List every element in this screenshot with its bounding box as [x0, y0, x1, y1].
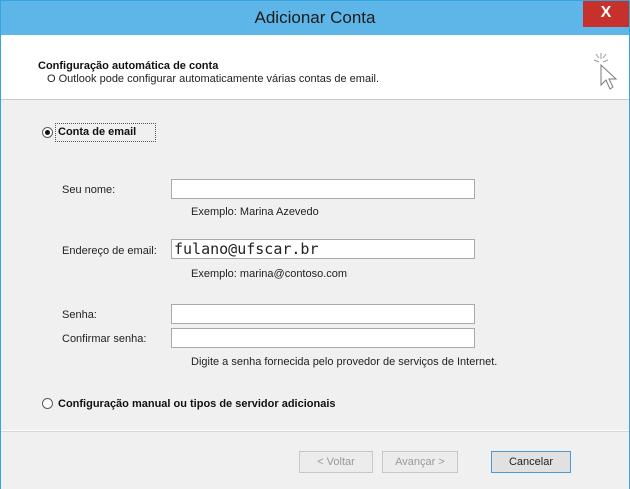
header-description: O Outlook pode configurar automaticament…: [47, 73, 380, 85]
add-account-dialog: Adicionar Conta X Configuração automátic…: [0, 0, 630, 489]
email-label: Endereço de email:: [62, 245, 157, 257]
manual-setup-label[interactable]: Configuração manual ou tipos de servidor…: [58, 398, 336, 410]
email-hint: Exemplo: marina@contoso.com: [191, 268, 348, 280]
password-label: Senha:: [62, 309, 97, 321]
next-button[interactable]: Avançar >: [382, 451, 458, 473]
back-button[interactable]: < Voltar: [299, 451, 373, 473]
name-label: Seu nome:: [62, 184, 116, 196]
dialog-title: Adicionar Conta: [254, 8, 376, 27]
name-input[interactable]: [171, 179, 475, 199]
email-input[interactable]: fulano@ufscar.br: [171, 239, 475, 259]
title-bar[interactable]: Adicionar Conta X: [1, 1, 629, 35]
manual-setup-radio[interactable]: [42, 398, 53, 409]
cancel-button[interactable]: Cancelar: [491, 451, 571, 473]
header-title: Configuração automática de conta: [38, 60, 219, 72]
dialog-footer: < Voltar Avançar > Cancelar: [1, 431, 629, 489]
dialog-header: Configuração automática de conta O Outlo…: [1, 35, 629, 100]
radio-selected-dot: [45, 130, 50, 135]
confirm-password-input[interactable]: [171, 328, 475, 348]
name-hint: Exemplo: Marina Azevedo: [191, 206, 319, 218]
email-account-radio[interactable]: [42, 127, 53, 138]
confirm-password-label: Confirmar senha:: [62, 333, 147, 345]
password-hint: Digite a senha fornecida pelo provedor d…: [191, 356, 498, 368]
password-input[interactable]: [171, 304, 475, 324]
cursor-sparkle-icon: [593, 53, 618, 90]
dialog-body: Conta de email Seu nome: Exemplo: Marina…: [1, 100, 629, 430]
email-account-label[interactable]: Conta de email: [58, 126, 136, 138]
close-button[interactable]: X: [583, 1, 629, 27]
